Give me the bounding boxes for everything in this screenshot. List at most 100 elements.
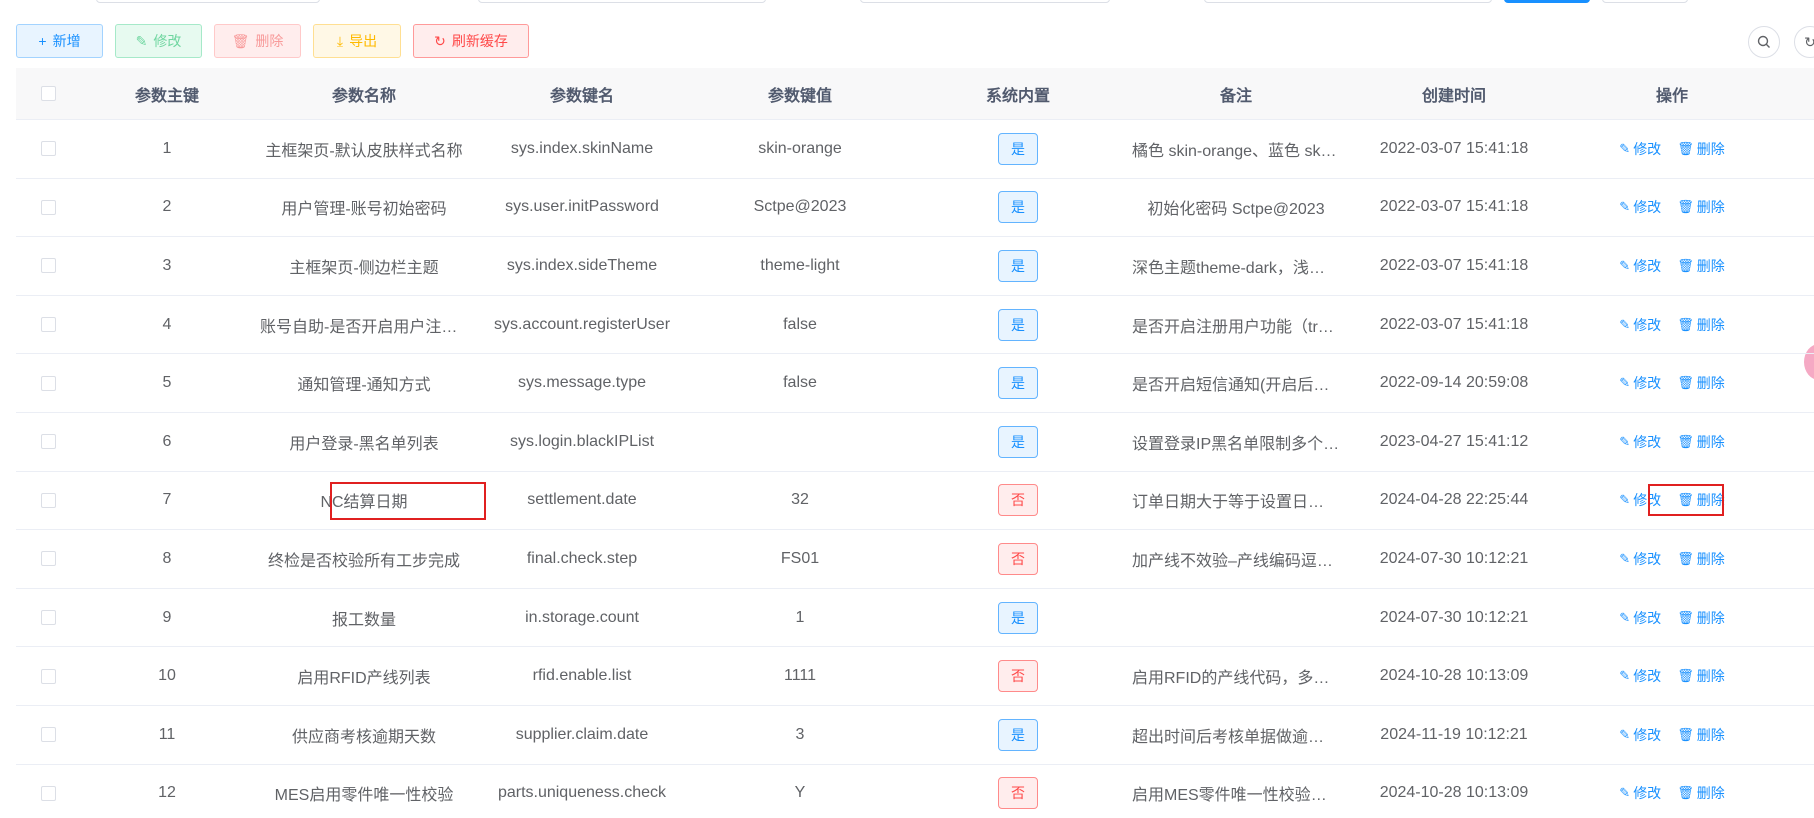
row-checkbox[interactable] (40, 668, 56, 684)
row-edit-button[interactable]: ✎ 修改 (1619, 783, 1661, 803)
row-edit-button[interactable]: ✎ 修改 (1619, 373, 1661, 393)
export-button[interactable]: ⤓ 导出 (313, 24, 401, 58)
table-row[interactable]: 12 MES启用零件唯一性校验 parts.uniqueness.check Y 否 启用… (16, 765, 1814, 818)
table-row[interactable]: 1 主框架页-默认皮肤样式名称 sys.index.skinName skin-ora… (16, 120, 1814, 179)
cell-ops: ✎ 修改 🗑 删除 (1562, 549, 1782, 569)
header-id[interactable]: 参数主键 (80, 82, 254, 106)
table-row[interactable]: 4 账号自助-是否开启用户注册功能 sys.account.registerUser… (16, 296, 1814, 355)
cell-ops: ✎ 修改 🗑 删除 (1562, 725, 1782, 745)
table-row[interactable]: 8 终检是否校验所有工步完成 final.check.step FS01 否 加产线不效验… (16, 530, 1814, 589)
cell-key: in.storage.count (525, 608, 639, 626)
cell-id: 12 (158, 784, 176, 802)
row-edit-button[interactable]: ✎ 修改 (1619, 432, 1661, 452)
row-checkbox[interactable] (40, 141, 56, 157)
table-row[interactable]: 3 主框架页-侧边栏主题 sys.index.sideTheme theme-ligh… (16, 237, 1814, 296)
row-delete-button[interactable]: 🗑 删除 (1677, 490, 1725, 510)
cell-name: 用户登录-黑名单列表 (289, 435, 439, 453)
row-edit-button[interactable]: ✎ 修改 (1619, 608, 1661, 628)
cell-created: 2024-10-28 10:13:09 (1379, 667, 1529, 685)
row-checkbox[interactable] (40, 434, 56, 450)
table-row[interactable]: 7 NC结算日期 settlement.date 32 否 订单日期大于等于设置日期的订单… (16, 472, 1814, 531)
row-delete-button[interactable]: 🗑 删除 (1677, 373, 1725, 393)
export-button-label: 导出 (349, 33, 378, 49)
pencil-icon: ✎ (1619, 726, 1631, 742)
filter-input-remnant[interactable] (1204, 0, 1492, 3)
row-edit-button[interactable]: ✎ 修改 (1619, 256, 1661, 276)
row-delete-button[interactable]: 🗑 删除 (1677, 315, 1725, 335)
header-name[interactable]: 参数名称 (254, 82, 474, 106)
pencil-icon: ✎ (1619, 375, 1631, 391)
row-edit-button[interactable]: ✎ 修改 (1619, 490, 1661, 510)
row-edit-button[interactable]: ✎ 修改 (1619, 315, 1661, 335)
filter-input-remnant[interactable] (96, 0, 320, 3)
table-row[interactable]: 6 用户登录-黑名单列表 sys.login.blackIPList 是 设置登录IP黑… (16, 413, 1814, 472)
table-row[interactable]: 9 报工数量 in.storage.count 1 是 2024-07-30 10:12:… (16, 589, 1814, 648)
pencil-icon: ✎ (1619, 668, 1631, 684)
system-builtin-tag: 是 (998, 425, 1038, 458)
row-edit-button[interactable]: ✎ 修改 (1619, 197, 1661, 217)
row-edit-label: 修改 (1633, 140, 1662, 157)
table-row[interactable]: 2 用户管理-账号初始密码 sys.user.initPassword Sctpe@2… (16, 179, 1814, 238)
cell-id: 5 (162, 374, 172, 392)
cell-system: 是 (910, 367, 1126, 400)
row-delete-label: 删除 (1696, 199, 1725, 216)
row-delete-button[interactable]: 🗑 删除 (1677, 197, 1725, 217)
add-button[interactable]: + 新增 (16, 24, 103, 58)
header-system[interactable]: 系统内置 (910, 82, 1126, 106)
row-edit-button[interactable]: ✎ 修改 (1619, 725, 1661, 745)
select-all-checkbox[interactable] (40, 86, 56, 101)
cell-name: 报工数量 (331, 611, 396, 629)
row-checkbox[interactable] (40, 317, 56, 333)
row-checkbox[interactable] (40, 199, 56, 215)
cell-created: 2022-09-14 20:59:08 (1379, 374, 1529, 392)
cell-system: 是 (910, 191, 1126, 224)
row-delete-button[interactable]: 🗑 删除 (1677, 256, 1725, 276)
trash-icon: 🗑 (1677, 492, 1694, 508)
row-edit-button[interactable]: ✎ 修改 (1619, 666, 1661, 686)
row-delete-button[interactable]: 🗑 删除 (1677, 432, 1725, 452)
cell-ops: ✎ 修改 🗑 删除 (1562, 783, 1782, 803)
row-checkbox[interactable] (40, 258, 56, 274)
row-edit-button[interactable]: ✎ 修改 (1619, 139, 1661, 159)
row-delete-label: 删除 (1696, 316, 1725, 333)
cell-system: 否 (910, 484, 1126, 517)
row-delete-button[interactable]: 🗑 删除 (1677, 666, 1725, 686)
row-checkbox[interactable] (40, 492, 56, 508)
row-delete-button[interactable]: 🗑 删除 (1677, 549, 1725, 569)
delete-button[interactable]: 🗑 删除 (214, 24, 301, 58)
system-builtin-tag: 是 (998, 132, 1038, 165)
filter-input-remnant[interactable] (478, 0, 766, 3)
row-delete-button[interactable]: 🗑 删除 (1677, 783, 1725, 803)
row-select-cell (16, 258, 80, 274)
table-row[interactable]: 11 供应商考核逾期天数 supplier.claim.date 3 是 超出时间后考核单… (16, 706, 1814, 765)
cell-ops: ✎ 修改 🗑 删除 (1562, 139, 1782, 159)
header-key[interactable]: 参数键名 (474, 82, 690, 106)
toggle-search-button[interactable] (1748, 26, 1780, 58)
row-checkbox[interactable] (40, 727, 56, 743)
refresh-cache-button[interactable]: ↻ 刷新缓存 (413, 24, 529, 58)
cell-ops: ✎ 修改 🗑 删除 (1562, 490, 1782, 510)
row-edit-button[interactable]: ✎ 修改 (1619, 549, 1661, 569)
reset-button-remnant[interactable] (1602, 0, 1688, 3)
filter-input-remnant[interactable] (860, 0, 1110, 3)
header-created[interactable]: 创建时间 (1346, 82, 1562, 106)
table-row[interactable]: 5 通知管理-通知方式 sys.message.type false 是 是否开启短信通知… (16, 354, 1814, 413)
cell-name: 启用RFID产线列表 (297, 670, 431, 688)
header-remark[interactable]: 备注 (1126, 82, 1346, 106)
row-delete-button[interactable]: 🗑 删除 (1677, 608, 1725, 628)
row-delete-button[interactable]: 🗑 删除 (1677, 725, 1725, 745)
system-builtin-tag: 是 (998, 601, 1038, 634)
row-checkbox[interactable] (40, 375, 56, 391)
row-delete-label: 删除 (1696, 492, 1725, 509)
table-header: 参数主键 参数名称 参数键名 参数键值 系统内置 备注 创建时间 操作 (16, 68, 1814, 120)
row-edit-label: 修改 (1633, 492, 1662, 509)
search-button-remnant[interactable] (1504, 0, 1590, 3)
row-checkbox[interactable] (40, 785, 56, 801)
row-checkbox[interactable] (40, 610, 56, 626)
add-button-label: 新增 (52, 33, 81, 49)
row-checkbox[interactable] (40, 551, 56, 567)
table-row[interactable]: 10 启用RFID产线列表 rfid.enable.list 1111 否 启用RFID的… (16, 647, 1814, 706)
row-delete-button[interactable]: 🗑 删除 (1677, 139, 1725, 159)
header-value[interactable]: 参数键值 (690, 82, 910, 106)
edit-button[interactable]: ✎ 修改 (115, 24, 202, 58)
